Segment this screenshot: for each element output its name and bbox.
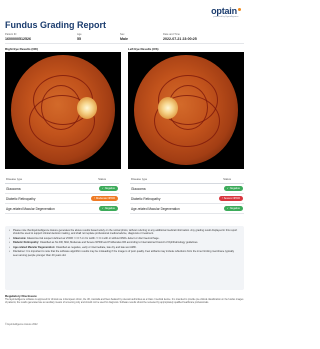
disease-header: Disease type xyxy=(6,177,23,181)
datetime-value: 2022-07-21 23:00:25 xyxy=(163,37,197,41)
optain-logo: optain powered by Eyetelligence xyxy=(207,6,245,19)
brand-name: optain xyxy=(211,6,237,16)
status-badge: ✓ Negative xyxy=(223,206,243,211)
check-icon: ✓ xyxy=(226,207,229,210)
regulatory-text: The EyeIntelligence software is approved… xyxy=(5,299,244,305)
status-badge: ✓ Negative xyxy=(98,206,118,211)
table-row: Diabetic Retinopathy ! Severe NPDR xyxy=(130,194,244,204)
patient-id-label: Patient ID xyxy=(5,33,17,36)
left-eye-results-table: Disease type Status Glaucoma ✓ Negative Di… xyxy=(130,177,244,214)
disease-name: Glaucoma xyxy=(131,186,146,191)
status-badge: ✓ Negative xyxy=(223,186,243,191)
note-item: • Disclaimer: It is important to note tha… xyxy=(9,250,235,257)
left-eye-fundus-image xyxy=(128,52,244,169)
patient-id-value: 1600000512526 xyxy=(5,37,31,41)
right-eye-results-table: Disease type Status Glaucoma ✓ Negative Di… xyxy=(5,177,119,214)
status-badge: ! Moderate NPDR xyxy=(91,196,118,201)
warning-icon: ! xyxy=(94,197,95,200)
disease-name: Glaucoma xyxy=(6,186,21,191)
status-badge: ✓ Negative xyxy=(98,186,118,191)
status-header: Status xyxy=(223,177,231,181)
note-item: • Please note that EyeIntelligence Assure… xyxy=(9,229,238,236)
regulatory-title: Regulatory Disclosure xyxy=(5,294,37,298)
status-badge: ! Severe NPDR xyxy=(218,196,243,201)
table-row: Age-related Macular Degeneration ✓ Negati… xyxy=(130,204,244,214)
note-item: • Glaucoma: Glaucoma risk suspect defined… xyxy=(9,236,160,240)
status-header: Status xyxy=(98,177,106,181)
brand-tagline: powered by Eyetelligence xyxy=(213,16,239,18)
table-row: Diabetic Retinopathy ! Moderate NPDR xyxy=(5,194,119,204)
sex-value: Male xyxy=(120,37,128,41)
right-eye-fundus-image xyxy=(5,52,121,169)
meta-values: 1600000512526 55 Male 2022-07-21 23:00:2… xyxy=(5,37,245,41)
alert-icon: ! xyxy=(221,197,223,200)
sex-label: Sex xyxy=(120,33,125,36)
right-eye-title: Right Eye Results (OD) xyxy=(5,47,38,51)
disease-name: Diabetic Retinopathy xyxy=(6,196,36,201)
logo-dot-icon xyxy=(237,7,241,11)
age-value: 55 xyxy=(77,37,81,41)
check-icon: ✓ xyxy=(226,187,229,190)
disease-header: Disease type xyxy=(131,177,148,181)
notes-panel: • Please note that EyeIntelligence Assure… xyxy=(5,226,244,290)
table-row: Glaucoma ✓ Negative xyxy=(5,184,119,194)
age-label: Age xyxy=(77,33,82,36)
report-title: Fundus Grading Report xyxy=(5,20,106,30)
note-item: • Age-related Macular Degeneration: Class… xyxy=(9,245,137,249)
meta-labels: Patient ID Age Sex Date and Time xyxy=(5,33,245,36)
disease-name: Diabetic Retinopathy xyxy=(131,196,161,201)
table-row: Glaucoma ✓ Negative xyxy=(130,184,244,194)
copyright: © EyeIntelligence Assure 2022 xyxy=(5,323,38,326)
table-row: Age-related Macular Degeneration ✓ Negati… xyxy=(5,204,119,214)
disease-name: Age-related Macular Degeneration xyxy=(6,206,55,211)
disease-name: Age-related Macular Degeneration xyxy=(131,206,180,211)
check-icon: ✓ xyxy=(101,207,104,210)
datetime-label: Date and Time xyxy=(163,33,180,36)
note-item: • Diabetic Retinopathy: Classified as No … xyxy=(9,241,199,245)
left-eye-title: Left Eye Results (OS) xyxy=(128,47,159,51)
divider xyxy=(5,43,244,44)
check-icon: ✓ xyxy=(101,187,104,190)
